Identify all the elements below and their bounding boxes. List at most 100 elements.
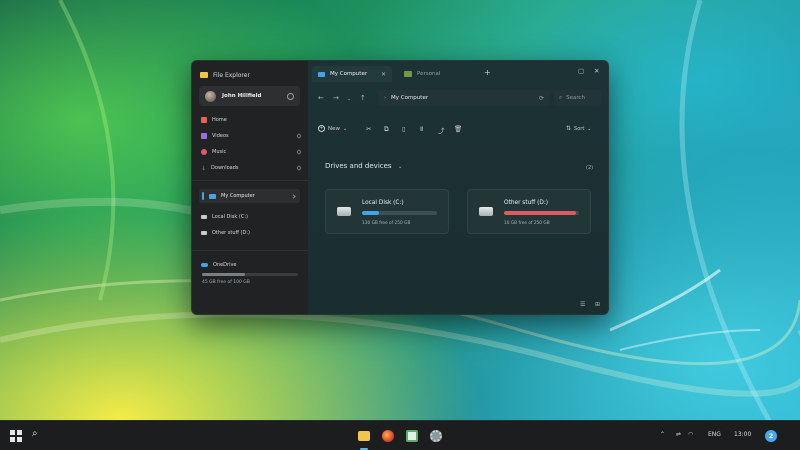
main-pane: My Computer ✕ Personal + ▢ ✕ ← → ⌄ ↑ › M… [308, 61, 608, 314]
paste-icon: ▯ [402, 125, 406, 133]
close-icon[interactable]: ✕ [381, 71, 386, 78]
drive-usage-bar [362, 211, 437, 215]
rename-button[interactable]: Ⅱ [420, 125, 423, 133]
sidebar-item-label: Videos [212, 133, 229, 139]
search-icon: ⌕ [559, 94, 563, 101]
drive-icon [201, 231, 207, 235]
active-indicator [202, 192, 204, 200]
chevron-down-icon: ⌄ [343, 125, 348, 132]
sidebar-item-local-disk[interactable]: Local Disk (C:) [201, 212, 301, 222]
onedrive-usage-fill [202, 273, 246, 276]
back-button[interactable]: ← [318, 94, 324, 102]
onedrive-usage-bar [202, 273, 298, 276]
refresh-icon[interactable]: ⟳ [539, 95, 544, 102]
avatar [205, 90, 216, 102]
firefox-icon[interactable] [382, 430, 394, 442]
drive-name: Local Disk (C:) [362, 200, 404, 206]
drive-usage-bar [504, 211, 579, 215]
sidebar-item-label: My Computer [221, 193, 255, 199]
tiles-view-icon[interactable]: ⊞ [595, 301, 600, 308]
scissors-icon: ✂ [366, 125, 372, 133]
address-path: My Computer [391, 95, 429, 101]
tab-label: Personal [417, 71, 441, 77]
start-button[interactable] [10, 430, 22, 442]
network-icon[interactable]: ⇌ [676, 431, 681, 438]
notification-badge[interactable]: 2 [765, 430, 777, 442]
copy-button[interactable]: ⧉ [384, 125, 389, 134]
drive-card-local-disk[interactable]: Local Disk (C:) 130 GB free of 250 GB [325, 189, 449, 234]
sidebar-item-label: Local Disk (C:) [212, 214, 248, 220]
download-icon: ↓ [201, 164, 207, 172]
wifi-icon[interactable]: ◠ [688, 431, 693, 438]
tab-my-computer[interactable]: My Computer ✕ [312, 66, 392, 82]
sidebar-item-label: OneDrive [213, 262, 237, 268]
videos-icon [201, 133, 207, 139]
sidebar-item-music[interactable]: Music [201, 147, 302, 157]
pin-icon [296, 149, 302, 155]
drive-usage-fill [362, 211, 379, 215]
sidebar-item-onedrive[interactable]: OneDrive [201, 260, 301, 270]
settings-icon[interactable] [430, 430, 442, 442]
computer-icon [318, 71, 325, 77]
section-title: Drives and devices [325, 162, 392, 170]
sidebar-item-label: Other stuff (D:) [212, 230, 250, 236]
pin-icon [296, 133, 302, 139]
details-view-icon[interactable]: ☰ [580, 301, 585, 308]
file-explorer-taskbar-icon[interactable] [358, 431, 370, 441]
new-tab-button[interactable]: + [484, 68, 491, 77]
app-title: File Explorer [200, 69, 250, 81]
gear-icon[interactable] [287, 92, 294, 100]
sort-icon: ⇅ [566, 125, 572, 132]
tab-personal[interactable]: Personal [398, 66, 476, 82]
sidebar-item-my-computer[interactable]: My Computer [199, 189, 300, 203]
share-button[interactable]: ⤴ [438, 125, 445, 135]
sidebar-item-other-stuff[interactable]: Other stuff (D:) [201, 228, 301, 238]
search-input[interactable]: ⌕ Search [554, 90, 602, 106]
music-icon [201, 149, 207, 155]
sidebar-item-home[interactable]: Home [201, 115, 301, 125]
address-bar[interactable]: › My Computer ⟳ [378, 90, 550, 106]
forward-button[interactable]: → [333, 94, 339, 102]
drive-icon [201, 215, 207, 219]
app-title-text: File Explorer [213, 71, 250, 79]
history-dropdown[interactable]: ⌄ [347, 96, 351, 102]
taskbar: ⌕ ⌃ ⇌ ◠ ENG 13:00 2 [0, 420, 800, 450]
drive-icon [337, 207, 351, 216]
home-icon [201, 117, 207, 123]
plus-icon: + [318, 125, 325, 132]
sidebar-item-label: Home [212, 117, 227, 123]
share-icon: ⤴ [438, 127, 445, 135]
restore-button[interactable]: ▢ [578, 67, 584, 75]
sidebar-item-downloads[interactable]: ↓ Downloads [201, 163, 302, 173]
new-label: New [328, 125, 340, 132]
sort-button[interactable]: ⇅ Sort ⌄ [566, 125, 591, 132]
new-button[interactable]: + New ⌄ [318, 125, 347, 132]
drive-card-other-stuff[interactable]: Other stuff (D:) 10 GB free of 250 GB [467, 189, 591, 234]
sidebar-item-videos[interactable]: Videos [201, 131, 302, 141]
sidebar-item-label: Downloads [211, 165, 239, 171]
section-header-drives[interactable]: Drives and devices ⌄ [325, 162, 403, 170]
up-button[interactable]: ↑ [360, 94, 366, 102]
cloud-icon [201, 263, 208, 267]
close-window-button[interactable]: ✕ [594, 67, 599, 75]
drive-icon [479, 207, 493, 216]
chevron-right-icon[interactable] [291, 193, 296, 199]
drive-usage-fill [504, 211, 576, 215]
language-indicator[interactable]: ENG [708, 431, 721, 438]
copy-icon: ⧉ [384, 125, 389, 133]
computer-icon [209, 193, 216, 199]
cut-button[interactable]: ✂ [366, 125, 371, 133]
notepad-icon[interactable] [406, 430, 418, 442]
user-card[interactable]: John Hillfield [199, 86, 300, 106]
user-name: John Hillfield [222, 93, 262, 99]
drive-free-text: 130 GB free of 250 GB [362, 221, 411, 226]
chevron-up-icon[interactable]: ⌃ [660, 431, 665, 438]
sidebar-divider [192, 250, 308, 251]
search-icon[interactable]: ⌕ [32, 428, 44, 440]
sidebar: File Explorer John Hillfield Home Videos… [192, 61, 308, 314]
rename-icon: Ⅱ [420, 125, 424, 133]
clock[interactable]: 13:00 [734, 431, 751, 438]
delete-button[interactable]: 🗑 [454, 125, 462, 133]
paste-button[interactable]: ▯ [402, 125, 406, 133]
sidebar-divider [192, 180, 308, 181]
